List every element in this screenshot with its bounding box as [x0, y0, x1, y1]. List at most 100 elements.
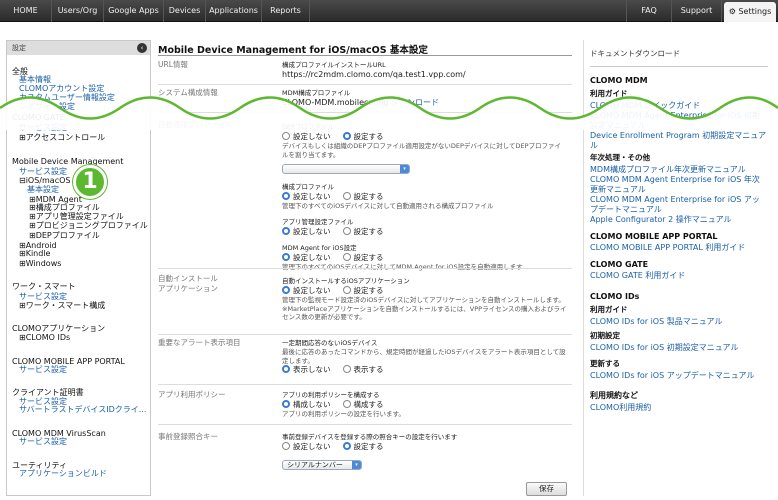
nav-devices[interactable]: Devices: [164, 0, 206, 22]
nav-users-org[interactable]: Users/Org: [52, 0, 104, 22]
policy-yes-radio[interactable]: 構成する: [342, 400, 384, 410]
document-section-heading: CLOMO IDs: [590, 292, 640, 301]
sidebar-item[interactable]: 基本情報: [7, 75, 150, 84]
sidebar-item[interactable]: ⊞Kindle: [7, 249, 150, 258]
config-note: 管理下のすべてのiOSデバイスに対して自動適用される構成プロファイル: [282, 202, 494, 210]
document-link[interactable]: ル: [590, 140, 598, 151]
dep-profile-caption: DEPプロファイル: [282, 123, 335, 131]
nav-home[interactable]: HOME: [0, 0, 52, 22]
policy-note: アプリの利用ポリシーの設定を行います。: [282, 410, 405, 418]
agent-no-radio[interactable]: 設定しない: [282, 252, 331, 263]
step-number-badge: 1: [73, 165, 107, 199]
sidebar-title: 設定: [12, 44, 26, 52]
alert-hide-radio[interactable]: 表示しない: [282, 365, 331, 375]
alert-content: 一定期間応答のないiOSデバイス 最後に応答のあったコマンドから、規定時間が経過…: [282, 338, 572, 375]
sidebar-item[interactable]: ⊞構成プロファイル: [7, 203, 150, 212]
dep-yes-radio[interactable]: 設定する: [342, 132, 384, 142]
document-section-heading: 初期設定: [590, 331, 620, 340]
row-divider: [158, 268, 572, 269]
auto-install-content: 自動インストールするiOSアプリケーション 設定しない 設定する 管理下の監視モー…: [282, 276, 572, 322]
sidebar-item[interactable]: ⊞アクセスコントロール: [7, 133, 150, 142]
config-yes-radio[interactable]: 設定する: [342, 192, 384, 202]
sidebar-item[interactable]: ⊞CLOMO IDs: [7, 333, 150, 342]
policy-no-radio[interactable]: 構成しない: [282, 400, 331, 410]
config-no-radio[interactable]: 設定しない: [282, 192, 331, 202]
system-info-label: システム構成情報: [158, 88, 218, 97]
auto-profile-content: DEPプロファイル 設定しない 設定する デバイスもしくは組織のDEPプロファイル…: [282, 122, 572, 159]
document-section-heading: 更新する: [590, 359, 620, 368]
auto-install-yes-radio[interactable]: 設定する: [342, 286, 384, 296]
sidebar-item[interactable]: サービス設定: [7, 292, 150, 301]
document-link[interactable]: CLOMO IDs for iOS 初期設定マニュアル: [590, 342, 738, 353]
mdm-profile-caption: MDM構成プロファイル: [282, 89, 351, 97]
install-url-caption: 構成プロファイルインストールURL: [282, 61, 386, 69]
document-link[interactable]: CLOMO MOBILE APP PORTAL 利用ガイド: [590, 242, 745, 253]
auto-install-caption: 自動インストールするiOSアプリケーション: [282, 277, 410, 285]
document-link[interactable]: CLOMO IDs for iOS 製品マニュアル: [590, 316, 722, 327]
sidebar-item[interactable]: CLOMOアカウント設定: [7, 84, 150, 93]
document-link[interactable]: CLOMO GATE 利用ガイド: [590, 270, 685, 281]
app-config-yes-radio[interactable]: 設定する: [342, 226, 384, 237]
sidebar-item[interactable]: カスタムユーザー情報設定: [7, 93, 150, 102]
sidebar-item[interactable]: サービス設定: [7, 365, 150, 374]
select-arrow-icon: ▾: [352, 461, 361, 469]
document-link[interactable]: CLOMO利用規約: [590, 402, 651, 413]
document-section-heading: 年次処理・その他: [590, 153, 650, 162]
prereg-key-select[interactable]: シリアルナンバー ▾: [282, 460, 362, 470]
nav-settings-label: Settings: [738, 7, 772, 16]
document-section-heading: 利用ガイド: [590, 89, 628, 98]
agent-note: 管理下のすべてのiOSデバイスに対してMDM Agent for iOS設定を自…: [282, 262, 523, 271]
prereg-yes-radio[interactable]: 設定する: [342, 442, 384, 452]
sidebar-item[interactable]: ⊞ワーク・スマート構成: [7, 301, 150, 310]
sidebar-item[interactable]: ⊞Windows: [7, 259, 150, 268]
gear-icon: ⚙: [728, 7, 736, 16]
nav-faq[interactable]: FAQ: [626, 0, 672, 22]
row-divider: [158, 112, 572, 113]
document-section-heading: 利用規約など: [590, 391, 638, 400]
nav-applications[interactable]: Applications: [206, 0, 262, 22]
agent-yes-radio[interactable]: 設定する: [342, 252, 384, 263]
page-title: Mobile Device Management for iOS/macOS 基…: [158, 45, 428, 56]
sidebar-section-heading: CLOMO GATE: [12, 113, 65, 122]
auto-install-no-radio[interactable]: 設定しない: [282, 286, 331, 296]
auto-install-vpp-note: ※MarketPlaceアプリケーションを自動インストールするには、VPPライセ…: [282, 304, 567, 322]
sidebar-item[interactable]: ジオサイト設定: [7, 102, 150, 111]
row-divider: [158, 424, 572, 425]
app-config-no-radio[interactable]: 設定しない: [282, 226, 331, 237]
row-divider: [158, 84, 572, 85]
sidebar-item[interactable]: ⊞プロビジョニングプロファイル: [7, 221, 150, 230]
dep-no-radio[interactable]: 設定しない: [282, 132, 331, 142]
nav-google-apps[interactable]: Google Apps: [104, 0, 164, 22]
document-link[interactable]: CLOMO IDs for iOS アップデートマニュアル: [590, 370, 754, 381]
nav-settings[interactable]: ⚙ Settings: [724, 2, 776, 22]
alert-show-radio[interactable]: 表示する: [342, 365, 384, 375]
config-profile-content: 構成プロファイル 設定しない 設定する 管理下のすべてのiOSデバイスに対して自動…: [282, 182, 572, 271]
sidebar-item[interactable]: ⊞アプリ管理設定ファイル: [7, 212, 150, 221]
row-divider: [158, 334, 572, 335]
download-link[interactable]: ダウンロード: [391, 98, 439, 107]
nav-support[interactable]: Support: [672, 0, 722, 22]
prereg-no-radio[interactable]: 設定しない: [282, 442, 331, 452]
save-button[interactable]: 保存: [526, 482, 567, 496]
nav-reports[interactable]: Reports: [262, 0, 310, 22]
sidebar-section-heading: CLOMOアプリケーション: [12, 324, 106, 333]
alert-caption: 一定期間応答のないiOSデバイス: [282, 339, 378, 347]
url-info-content: 構成プロファイルインストールURL https://rc2mdm.clomo.c…: [282, 60, 572, 80]
alert-label: 重要なアラート表示項目: [158, 338, 241, 347]
sidebar-item[interactable]: ⊞DEPプロファイル: [7, 231, 150, 240]
dep-note: デバイスもしくは組織のDEPプロファイル適用設定がないDEPデバイスに対してDE…: [282, 142, 562, 159]
sidebar-item[interactable]: サービス設定: [7, 123, 150, 132]
sidebar-section-heading: Mobile Device Management: [12, 157, 124, 166]
sidebar-item[interactable]: アプリケーションビルド: [7, 469, 150, 478]
sidebar-header: 設定 ‹: [7, 41, 150, 55]
chevron-left-icon[interactable]: ‹: [137, 43, 147, 53]
sidebar-item[interactable]: サバートラストデバイスIDクライ...: [7, 405, 150, 414]
agent-caption: MDM Agent for iOS設定: [282, 243, 357, 252]
dep-profile-select[interactable]: ▾: [282, 164, 410, 174]
sidebar-item[interactable]: サービス設定: [7, 437, 150, 446]
url-info-label: URL情報: [158, 60, 188, 69]
title-divider: [158, 55, 572, 56]
document-link[interactable]: Device Enrollment Program 初期設定マニュア: [590, 130, 766, 141]
panel-divider: [590, 66, 768, 67]
document-link[interactable]: Apple Configurator 2 操作マニュアル: [590, 214, 732, 225]
